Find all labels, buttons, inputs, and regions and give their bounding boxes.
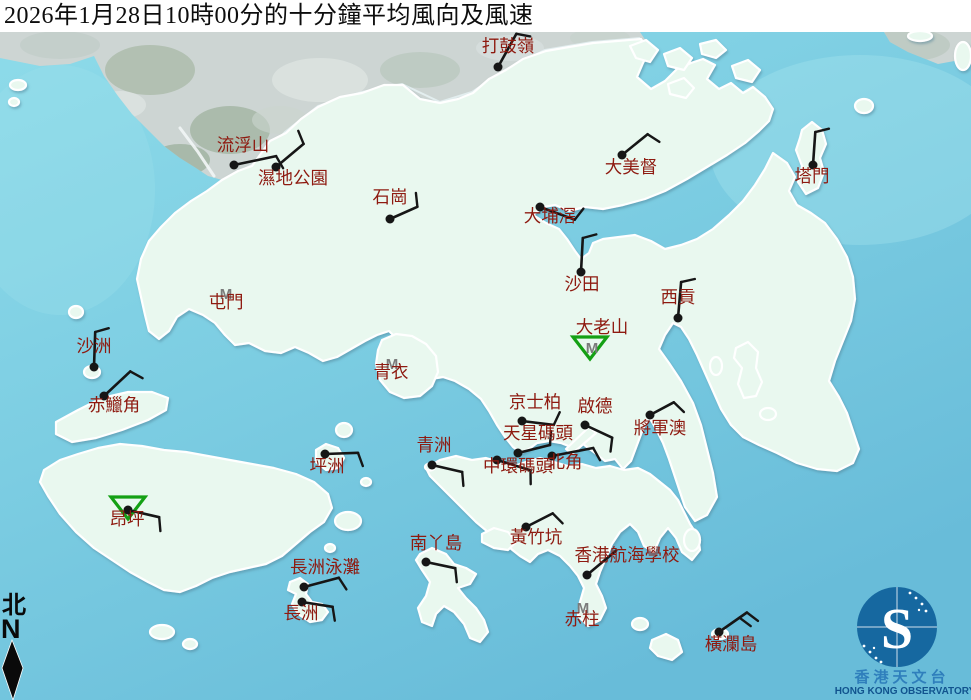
station-label: 石崗 xyxy=(373,187,408,207)
hko-logo-english: HONG KONG OBSERVATORY xyxy=(835,686,971,697)
deep-bay-islet-1 xyxy=(10,80,26,90)
ma-wan-island xyxy=(336,423,352,437)
missing-data-marker: M xyxy=(586,340,599,357)
hko-logo-monogram: S xyxy=(881,596,913,661)
station-label: 大美督 xyxy=(605,157,658,177)
station-label: 塔門 xyxy=(795,166,830,186)
wind-map-page: 打鼓嶺流浮山濕地公園石崗大美督塔門大埔滘沙田西貢M大老山M屯門沙洲赤鱲角M青衣京… xyxy=(0,0,971,700)
mirs-bay-island-2 xyxy=(955,42,971,70)
station-label: 香港航海學校 xyxy=(575,545,680,565)
station-label: 橫瀾島 xyxy=(705,634,758,654)
station-label: 沙洲 xyxy=(77,336,112,356)
station-dot xyxy=(581,421,590,430)
station-label: 南丫島 xyxy=(410,533,463,553)
station-label: 大埔滘 xyxy=(524,206,577,226)
port-shelter-island xyxy=(760,408,776,420)
tung-lung-island xyxy=(684,529,700,551)
station-dot xyxy=(90,363,99,372)
station-label: 沙田 xyxy=(565,274,600,294)
station-label: 流浮山 xyxy=(217,135,270,155)
station-dot xyxy=(300,583,309,592)
station-dot xyxy=(230,161,239,170)
hong-kong-wind-map: 打鼓嶺流浮山濕地公園石崗大美督塔門大埔滘沙田西貢M大老山M屯門沙洲赤鱲角M青衣京… xyxy=(0,0,971,700)
station-label: 赤柱 xyxy=(565,609,600,629)
station-label: 坪洲 xyxy=(310,456,345,476)
station-label: 打鼓嶺 xyxy=(482,36,535,56)
beaufort-island xyxy=(632,618,648,630)
station-label: 啟德 xyxy=(578,396,613,416)
station-label: 赤鱲角 xyxy=(88,395,141,415)
wind-barb-shaft xyxy=(325,453,358,454)
station-label: 長洲 xyxy=(284,603,319,623)
station-label: 昂坪 xyxy=(110,509,145,529)
deep-bay-islet-2 xyxy=(9,98,19,106)
wind-barb-tick xyxy=(416,193,418,207)
wind-barb-tick xyxy=(611,438,613,452)
station-label: 京士柏 xyxy=(509,392,562,412)
hko-logo-chinese: 香港天文台 xyxy=(854,668,949,686)
hei-ling-chau-island xyxy=(335,512,361,530)
station-dot xyxy=(422,558,431,567)
map-title: 2026年1月28日10時00分的十分鐘平均風向及風速 xyxy=(0,0,971,33)
station-label: 黃竹坑 xyxy=(510,527,563,547)
station-label: 屯門 xyxy=(209,292,244,312)
station-label: 濕地公園 xyxy=(258,168,328,188)
wind-barb-tick xyxy=(462,472,463,486)
station-label: 中環碼頭 xyxy=(483,456,553,476)
station-label: 長洲泳灘 xyxy=(290,557,360,577)
lung-kwu-chau-island xyxy=(69,306,83,318)
wind-barb-tick xyxy=(159,517,160,531)
station-label: 青衣 xyxy=(374,362,409,382)
wind-barb-tick xyxy=(455,568,457,582)
compass-north-letter: N xyxy=(1,614,21,644)
station-label: 青洲 xyxy=(417,435,452,455)
sunshine-island xyxy=(325,544,335,552)
station-label: 將軍澳 xyxy=(634,418,687,438)
kau-yi-chau-island xyxy=(361,478,371,486)
station-dot xyxy=(428,461,437,470)
station-label: 大老山 xyxy=(576,317,629,337)
soko-island-2 xyxy=(183,639,197,649)
station-label: 天星碼頭 xyxy=(503,423,573,443)
station-dot xyxy=(674,314,683,323)
station-label: 西貢 xyxy=(661,287,696,307)
port-island xyxy=(855,99,873,113)
station-dot xyxy=(583,571,592,580)
wind-barb-shaft xyxy=(581,238,583,272)
title-bar: 2026年1月28日10時00分的十分鐘平均風向及風速 xyxy=(0,0,971,32)
station-dot xyxy=(386,215,395,224)
soko-island-1 xyxy=(150,625,174,639)
station: 大埔滘 xyxy=(524,203,584,227)
station-dot xyxy=(494,63,503,72)
sharp-island xyxy=(710,357,722,375)
